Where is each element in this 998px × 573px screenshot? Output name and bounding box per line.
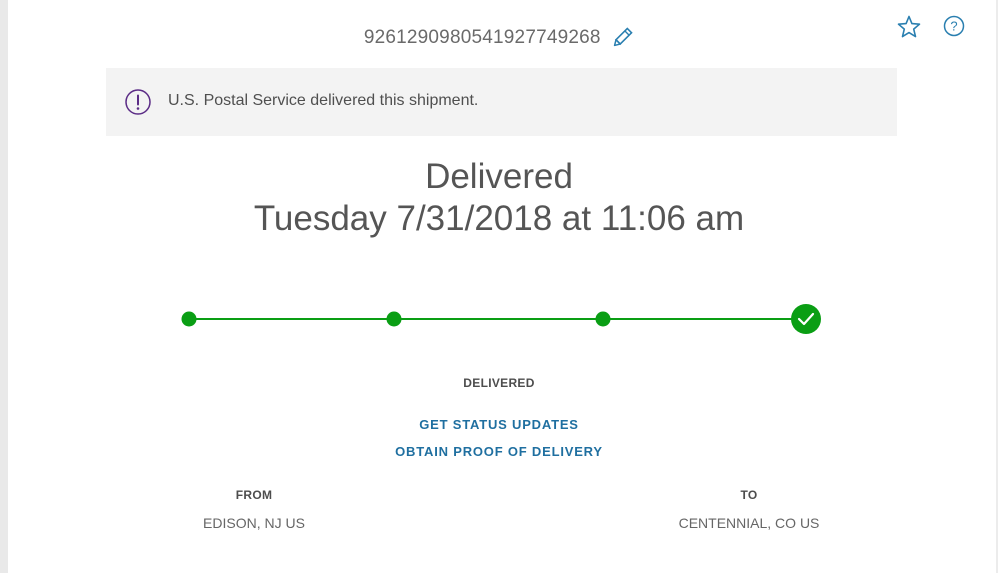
obtain-proof-of-delivery-link[interactable]: OBTAIN PROOF OF DELIVERY [395, 444, 603, 459]
current-stage-label: DELIVERED [463, 376, 535, 390]
question-circle-icon[interactable]: ? [942, 14, 966, 38]
from-location: EDISON, NJ US [203, 515, 305, 531]
exclamation-circle-icon [125, 89, 151, 115]
progress-stage-2 [386, 311, 402, 327]
pencil-icon[interactable] [610, 26, 634, 50]
progress-stage-4 [791, 304, 821, 334]
from-heading: FROM [235, 488, 273, 502]
checkmark-icon [797, 312, 815, 326]
tracking-number: 926129098054192774926​8 [363, 27, 601, 48]
svg-text:?: ? [950, 19, 957, 34]
to-location: CENTENNIAL, CO US [678, 515, 820, 531]
delivery-alert-banner: U.S. Postal Service delivered this shipm… [106, 68, 897, 136]
progress-stage-1 [181, 311, 197, 327]
left-page-edge [0, 0, 8, 573]
progress-stage-3 [595, 311, 611, 327]
link-container-proof: OBTAIN PROOF OF DELIVERY [0, 444, 998, 459]
to-heading: TO [740, 488, 758, 502]
get-status-updates-link[interactable]: GET STATUS UPDATES [419, 417, 579, 432]
link-container-status: GET STATUS UPDATES [0, 417, 998, 432]
tracking-header: 926129098054192774926​8 [0, 26, 998, 50]
status-title: Delivered [425, 157, 573, 196]
alert-message: U.S. Postal Service delivered this shipm… [168, 92, 479, 109]
delivery-datetime: Tuesday 7/31/2018 at 11:06 am [253, 199, 745, 238]
star-icon[interactable] [896, 14, 922, 40]
